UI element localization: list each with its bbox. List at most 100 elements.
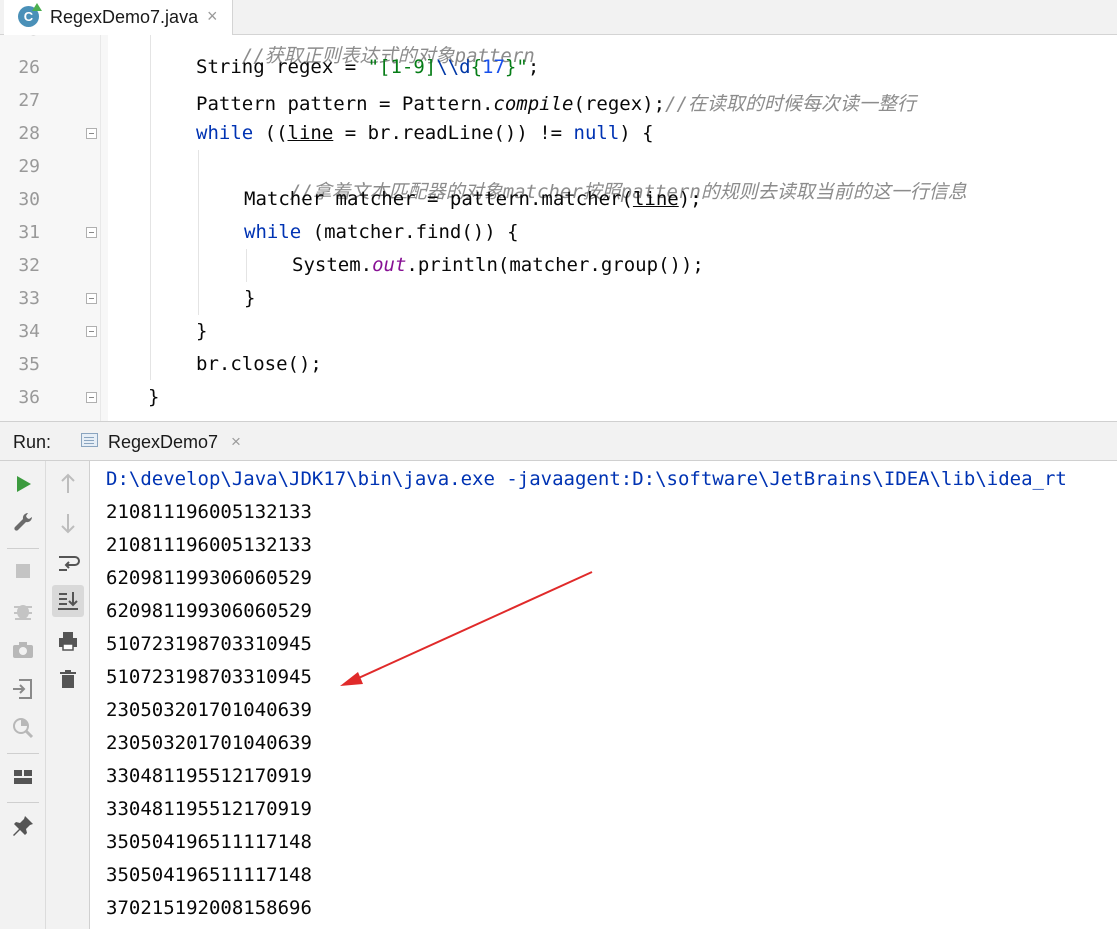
line-number: 34	[18, 321, 40, 342]
console-output-line: 210811196005132133	[106, 501, 312, 523]
code-token: regex =	[264, 56, 368, 78]
code-line-30: Matcher matcher = pattern.matcher(line);	[244, 188, 702, 210]
indent-guide	[246, 249, 247, 282]
console-output-line: 620981199306060529	[106, 567, 312, 589]
coverage-icon[interactable]	[9, 714, 37, 742]
console-output-line: 370215192008158696	[106, 897, 312, 919]
console-output-line: 350504196511117148	[106, 864, 312, 886]
run-panel-header: Run: RegexDemo7 ×	[0, 421, 1117, 461]
editor-gutter: 25 26 27 28 29 30 31 32 33 34 35 36	[0, 35, 108, 421]
line-number: 26	[18, 57, 40, 78]
fold-marker-icon[interactable]	[86, 293, 97, 304]
code-token: }	[196, 320, 208, 342]
console-output-line: 620981199306060529	[106, 600, 312, 622]
code-line-36: }	[148, 386, 159, 408]
indent-guide	[198, 150, 199, 315]
console-output-line: 350504196511117148	[106, 831, 312, 853]
run-toolbar-primary	[0, 461, 46, 929]
soft-wrap-icon[interactable]	[54, 549, 82, 577]
line-number: 33	[18, 288, 40, 309]
stop-icon[interactable]	[9, 557, 37, 585]
pin-icon[interactable]	[9, 812, 37, 840]
java-class-icon: C	[18, 3, 42, 27]
code-token: .println(matcher.group());	[406, 254, 704, 276]
console-output[interactable]: D:\develop\Java\JDK17\bin\java.exe -java…	[90, 461, 1117, 929]
code-line-26: String regex = "[1-9]\\d{17}";	[196, 56, 539, 78]
run-tab-regexdemo7[interactable]: RegexDemo7 ×	[78, 422, 256, 460]
up-arrow-icon[interactable]	[54, 470, 82, 498]
console-output-line: 230503201701040639	[106, 699, 312, 721]
fold-marker-icon[interactable]	[86, 392, 97, 403]
code-line-28: while ((line = br.readLine()) != null) {	[196, 122, 654, 144]
wrench-icon[interactable]	[9, 508, 37, 536]
console-icon	[81, 433, 98, 447]
keyword: while	[244, 221, 302, 243]
string-literal: "[1-9]	[367, 56, 437, 78]
code-token: }	[148, 386, 160, 408]
console-output-line: 330481195512170919	[106, 765, 312, 787]
down-arrow-icon[interactable]	[54, 509, 82, 537]
console-command-line: D:\develop\Java\JDK17\bin\java.exe -java…	[106, 468, 1067, 490]
code-token: (matcher.find()) {	[301, 221, 519, 243]
code-editor[interactable]: 25 26 27 28 29 30 31 32 33 34 35 36 //获取…	[0, 35, 1117, 421]
method-name: compile	[493, 93, 574, 115]
line-number: 32	[18, 255, 40, 276]
fold-marker-icon[interactable]	[86, 227, 97, 238]
run-toolbar-secondary	[46, 461, 90, 929]
scroll-to-end-icon[interactable]	[52, 585, 84, 617]
code-token: Pattern pattern = Pattern.	[196, 93, 494, 115]
code-comment: //在读取的时候每次读一整行	[665, 93, 916, 115]
layout-icon[interactable]	[9, 763, 37, 791]
code-token: ) {	[619, 122, 654, 144]
close-tab-icon[interactable]: ×	[207, 6, 218, 27]
code-line-27: Pattern pattern = Pattern.compile(regex)…	[196, 89, 916, 116]
variable: line	[287, 122, 334, 144]
code-line-35: br.close();	[196, 353, 322, 375]
exit-icon[interactable]	[9, 675, 37, 703]
code-token: br.close();	[196, 353, 322, 375]
code-token: );	[678, 188, 702, 210]
console-output-line: 230503201701040639	[106, 732, 312, 754]
number-literal: 17	[482, 56, 505, 78]
close-run-tab-icon[interactable]: ×	[231, 432, 241, 452]
toolbar-separator	[7, 802, 39, 803]
keyword: null	[573, 122, 620, 144]
editor-tab-bar: C RegexDemo7.java ×	[0, 0, 1117, 35]
line-number: 31	[18, 222, 40, 243]
console-output-line: 510723198703310945	[106, 633, 312, 655]
fold-marker-icon[interactable]	[86, 326, 97, 337]
run-tab-name: RegexDemo7	[108, 432, 219, 452]
line-number: 27	[18, 90, 40, 111]
console-output-line: 330481195512170919	[106, 798, 312, 820]
code-line-34: }	[196, 320, 207, 342]
line-number: 28	[18, 123, 40, 144]
code-token: }	[244, 287, 256, 309]
trash-icon[interactable]	[54, 665, 82, 693]
line-number: 25	[0, 35, 40, 40]
editor-tab-regexdemo7[interactable]: C RegexDemo7.java ×	[4, 0, 233, 35]
keyword: while	[196, 122, 254, 144]
code-token: ;	[527, 56, 540, 78]
code-token: (regex);	[573, 93, 666, 115]
debug-icon[interactable]	[9, 597, 37, 625]
code-token: = br.readLine()) !=	[333, 122, 574, 144]
line-number: 35	[18, 354, 40, 375]
line-number: 36	[18, 387, 40, 408]
indent-guide	[150, 35, 151, 380]
fold-marker-icon[interactable]	[86, 128, 97, 139]
code-token: Matcher matcher = pattern.matcher(	[244, 188, 633, 210]
gutter-divider	[100, 35, 101, 421]
code-line-33: }	[244, 287, 255, 309]
variable: line	[632, 188, 679, 210]
string-literal: }	[504, 56, 517, 78]
code-token: String	[196, 56, 265, 78]
console-output-line: 210811196005132133	[106, 534, 312, 556]
code-line-32: System.out.println(matcher.group());	[292, 254, 704, 276]
line-number: 29	[18, 156, 40, 177]
code-token: System.	[292, 254, 373, 276]
camera-icon[interactable]	[9, 636, 37, 664]
run-icon[interactable]	[9, 470, 37, 498]
print-icon[interactable]	[54, 627, 82, 655]
code-line-31: while (matcher.find()) {	[244, 221, 519, 243]
code-token: ((	[253, 122, 288, 144]
